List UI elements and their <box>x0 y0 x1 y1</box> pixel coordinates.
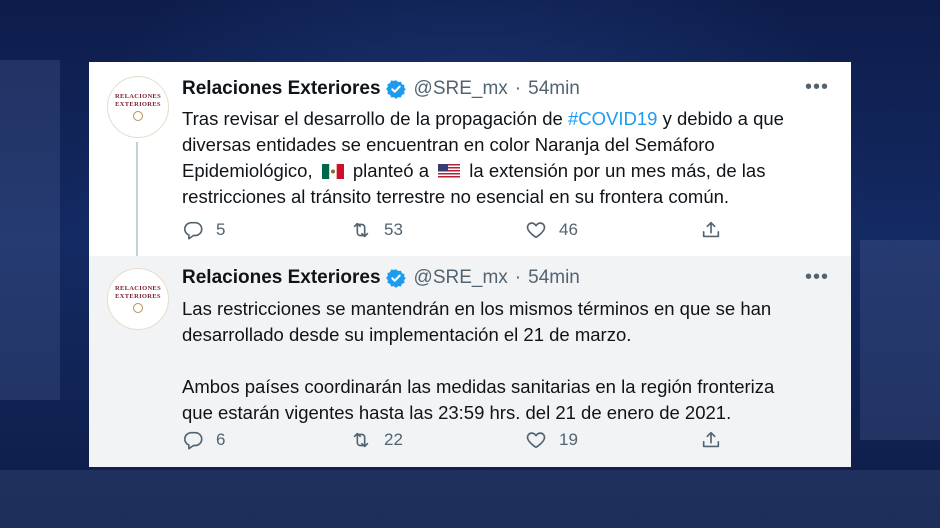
more-icon[interactable]: ••• <box>805 266 829 289</box>
background-ground <box>0 470 940 528</box>
reply-count: 5 <box>216 220 226 239</box>
tweet-header: Relaciones Exteriores @SRE_mx · 54min <box>182 267 580 289</box>
like-button[interactable]: 19 <box>525 429 578 451</box>
retweet-count: 53 <box>384 220 403 239</box>
seal-icon <box>133 303 143 313</box>
verified-badge-icon <box>385 79 406 99</box>
verified-badge-icon <box>385 268 406 288</box>
retweet-button[interactable]: 53 <box>350 219 403 241</box>
reply-count: 6 <box>216 430 226 449</box>
usa-flag-icon <box>438 160 461 179</box>
reply-button[interactable]: 6 <box>182 429 225 451</box>
tweet-timestamp[interactable]: 54min <box>528 78 580 100</box>
share-button[interactable] <box>700 219 722 241</box>
thread-connector-line <box>136 142 138 270</box>
like-count: 46 <box>559 220 578 239</box>
tweet-thread-card: RELACIONES EXTERIORES Relaciones Exterio… <box>89 62 851 467</box>
like-button[interactable]: 46 <box>525 219 578 241</box>
share-button[interactable] <box>700 429 722 451</box>
tweet-actions: 5 53 46 <box>182 219 742 243</box>
share-icon <box>702 221 720 238</box>
hashtag-link[interactable]: #COVID19 <box>568 108 657 129</box>
tweet-text: Las restricciones se mantendrán en los m… <box>182 298 775 423</box>
retweet-icon <box>353 432 369 448</box>
avatar-logo-text: RELACIONES EXTERIORES <box>115 285 161 300</box>
heart-icon <box>526 432 546 449</box>
like-count: 19 <box>559 430 578 449</box>
avatar-logo-text: RELACIONES EXTERIORES <box>115 93 161 108</box>
mexico-flag-icon <box>321 160 344 179</box>
retweet-icon <box>353 222 369 238</box>
avatar[interactable]: RELACIONES EXTERIORES <box>107 268 169 330</box>
tweet-header: Relaciones Exteriores @SRE_mx · 54min <box>182 78 580 100</box>
tweet[interactable]: RELACIONES EXTERIORES Relaciones Exterio… <box>89 256 851 467</box>
seal-icon <box>133 111 143 121</box>
retweet-count: 22 <box>384 430 403 449</box>
retweet-button[interactable]: 22 <box>350 429 403 451</box>
author-handle[interactable]: @SRE_mx <box>414 267 508 289</box>
author-name[interactable]: Relaciones Exteriores <box>182 267 381 289</box>
author-handle[interactable]: @SRE_mx <box>414 78 508 100</box>
reply-icon <box>183 431 203 450</box>
more-icon[interactable]: ••• <box>805 76 829 99</box>
tweet-actions: 6 22 19 <box>182 429 742 453</box>
reply-button[interactable]: 5 <box>182 219 225 241</box>
tweet-timestamp[interactable]: 54min <box>528 267 580 289</box>
tweet[interactable]: RELACIONES EXTERIORES Relaciones Exterio… <box>89 62 851 270</box>
separator-dot: · <box>514 267 522 288</box>
background-structure <box>0 60 60 400</box>
tweet-text: Tras revisar el desarrollo de la propaga… <box>182 108 784 207</box>
author-name[interactable]: Relaciones Exteriores <box>182 78 381 100</box>
heart-icon <box>526 222 546 239</box>
avatar[interactable]: RELACIONES EXTERIORES <box>107 76 169 138</box>
background-structure <box>860 240 940 440</box>
share-icon <box>702 431 720 448</box>
reply-icon <box>183 221 203 240</box>
separator-dot: · <box>514 78 522 99</box>
